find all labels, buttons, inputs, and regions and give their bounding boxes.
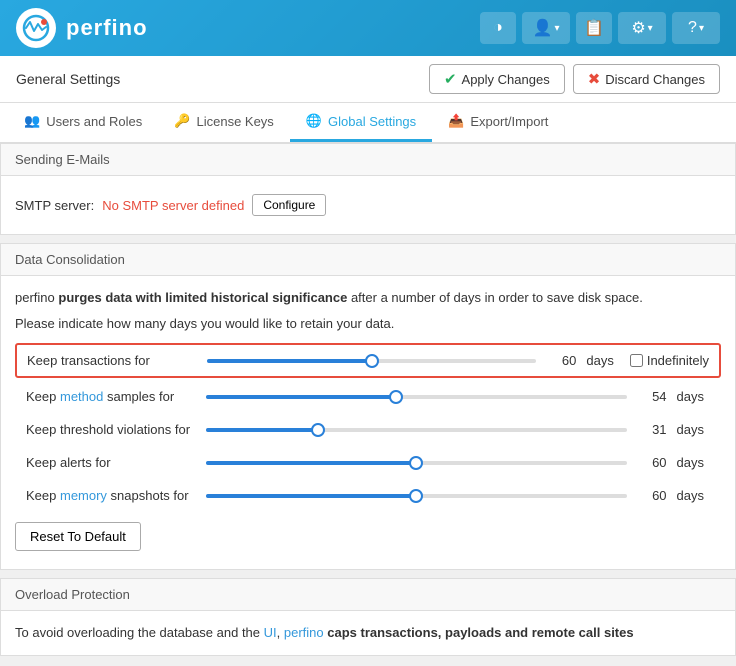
header-icons: ◑ 👤 ▾ 📋 ⚙ ▾ ? ▾ [480,12,720,44]
content-area: Sending E-Mails SMTP server: No SMTP ser… [0,143,736,666]
top-bar-buttons: ✔ Apply Changes ✖ Discard Changes [429,64,720,94]
global-tab-icon: 🌐 [306,113,322,129]
sending-emails-header: Sending E-Mails [1,144,735,176]
memory-link[interactable]: memory [60,488,107,503]
help-menu-button[interactable]: ? ▾ [672,12,720,44]
discard-changes-button[interactable]: ✖ Discard Changes [573,64,720,94]
slider-alerts[interactable] [206,461,627,465]
slider-row-transactions: Keep transactions for 60 days Indefinite… [15,343,721,378]
data-consolidation-body: perfino purges data with limited histori… [1,276,735,569]
dc-desc1-bold: purges data with limited historical sign… [58,290,347,305]
sending-emails-section: Sending E-Mails SMTP server: No SMTP ser… [0,143,736,235]
data-consolidation-title: Data Consolidation [15,252,125,267]
slider-method[interactable] [206,395,627,399]
theme-toggle-button[interactable]: ◑ [480,12,516,44]
caps-text: caps transactions, payloads and remote c… [327,625,633,640]
settings-menu-button[interactable]: ⚙ ▾ [618,12,666,44]
slider-value-method: 54 [637,389,667,404]
reset-to-default-button[interactable]: Reset To Default [15,522,141,551]
smtp-status: No SMTP server defined [102,198,244,213]
sending-emails-title: Sending E-Mails [15,152,110,167]
slider-threshold[interactable] [206,428,627,432]
dc-desc1-before: perfino [15,290,58,305]
configure-smtp-button[interactable]: Configure [252,194,326,216]
discard-label: Discard Changes [605,72,705,87]
indefinitely-wrap: Indefinitely [630,353,709,368]
chevron-down-icon-2: ▾ [648,23,653,34]
slider-label-alerts: Keep alerts for [26,455,196,470]
slider-label-memory: Keep memory snapshots for [26,488,196,503]
overload-protection-header: Overload Protection [1,579,735,611]
slider-row-memory: Keep memory snapshots for 60 days [15,479,721,512]
overload-protection-title: Overload Protection [15,587,130,602]
export-tab-icon: 📤 [448,113,464,129]
slider-label-threshold: Keep threshold violations for [26,422,196,437]
slider-value-alerts: 60 [637,455,667,470]
help-icon: ? [688,19,697,37]
slider-transactions[interactable] [207,359,536,363]
users-tab-icon: 👥 [24,113,40,129]
users-tab-label: Users and Roles [46,114,142,129]
chevron-down-icon-3: ▾ [699,23,704,34]
slider-value-threshold: 31 [637,422,667,437]
tab-users[interactable]: 👥 Users and Roles [8,103,158,142]
apply-label: Apply Changes [462,72,550,87]
data-consolidation-section: Data Consolidation perfino purges data w… [0,243,736,570]
slider-unit-memory: days [677,488,704,503]
slider-section: Keep transactions for 60 days Indefinite… [15,343,721,512]
overload-protection-body: To avoid overloading the database and th… [1,611,735,655]
logo-icon [16,8,56,48]
slider-row-method: Keep method samples for 54 days [15,380,721,413]
check-icon: ✔ [444,70,457,88]
global-tab-label: Global Settings [328,114,416,129]
slider-value-memory: 60 [637,488,667,503]
tab-license[interactable]: 🔑 License Keys [158,103,290,142]
indefinitely-label: Indefinitely [647,353,709,368]
apply-changes-button[interactable]: ✔ Apply Changes [429,64,565,94]
export-tab-label: Export/Import [470,114,548,129]
dc-description-2: Please indicate how many days you would … [15,314,721,334]
perfino-link[interactable]: perfino [284,625,324,640]
indefinitely-checkbox[interactable] [630,354,643,367]
overload-description: To avoid overloading the database and th… [15,623,721,643]
sending-emails-body: SMTP server: No SMTP server defined Conf… [1,176,735,234]
clipboard-button[interactable]: 📋 [576,12,612,44]
logo-text: perfino [66,15,148,41]
top-bar: General Settings ✔ Apply Changes ✖ Disca… [0,56,736,103]
slider-unit-alerts: days [677,455,704,470]
gear-icon: ⚙ [631,18,645,38]
tab-export-import[interactable]: 📤 Export/Import [432,103,564,142]
overload-protection-section: Overload Protection To avoid overloading… [0,578,736,656]
slider-value-transactions: 60 [546,353,576,368]
tab-bar: 👥 Users and Roles 🔑 License Keys 🌐 Globa… [0,103,736,143]
chevron-down-icon: ▾ [554,23,559,34]
slider-memory[interactable] [206,494,627,498]
ui-link[interactable]: UI [264,625,277,640]
slider-label-method: Keep method samples for [26,389,196,404]
logo-area: perfino [16,8,148,48]
slider-unit-transactions: days [586,353,613,368]
page-title: General Settings [16,71,120,87]
slider-unit-threshold: days [677,422,704,437]
user-icon: 👤 [533,18,553,38]
slider-row-alerts: Keep alerts for 60 days [15,446,721,479]
clipboard-icon: 📋 [584,18,604,38]
data-consolidation-header: Data Consolidation [1,244,735,276]
smtp-label: SMTP server: [15,198,94,213]
slider-row-threshold: Keep threshold violations for 31 days [15,413,721,446]
app-header: perfino ◑ 👤 ▾ 📋 ⚙ ▾ ? ▾ [0,0,736,56]
method-link[interactable]: method [60,389,103,404]
user-menu-button[interactable]: 👤 ▾ [522,12,570,44]
dc-desc1-after: after a number of days in order to save … [347,290,643,305]
theme-icon: ◑ [493,19,503,37]
slider-unit-method: days [677,389,704,404]
license-tab-icon: 🔑 [174,113,190,129]
smtp-row: SMTP server: No SMTP server defined Conf… [15,188,721,222]
x-icon: ✖ [588,70,601,88]
slider-label-transactions: Keep transactions for [27,353,197,368]
dc-description-1: perfino purges data with limited histori… [15,288,721,308]
tab-global-settings[interactable]: 🌐 Global Settings [290,103,432,142]
license-tab-label: License Keys [196,114,273,129]
